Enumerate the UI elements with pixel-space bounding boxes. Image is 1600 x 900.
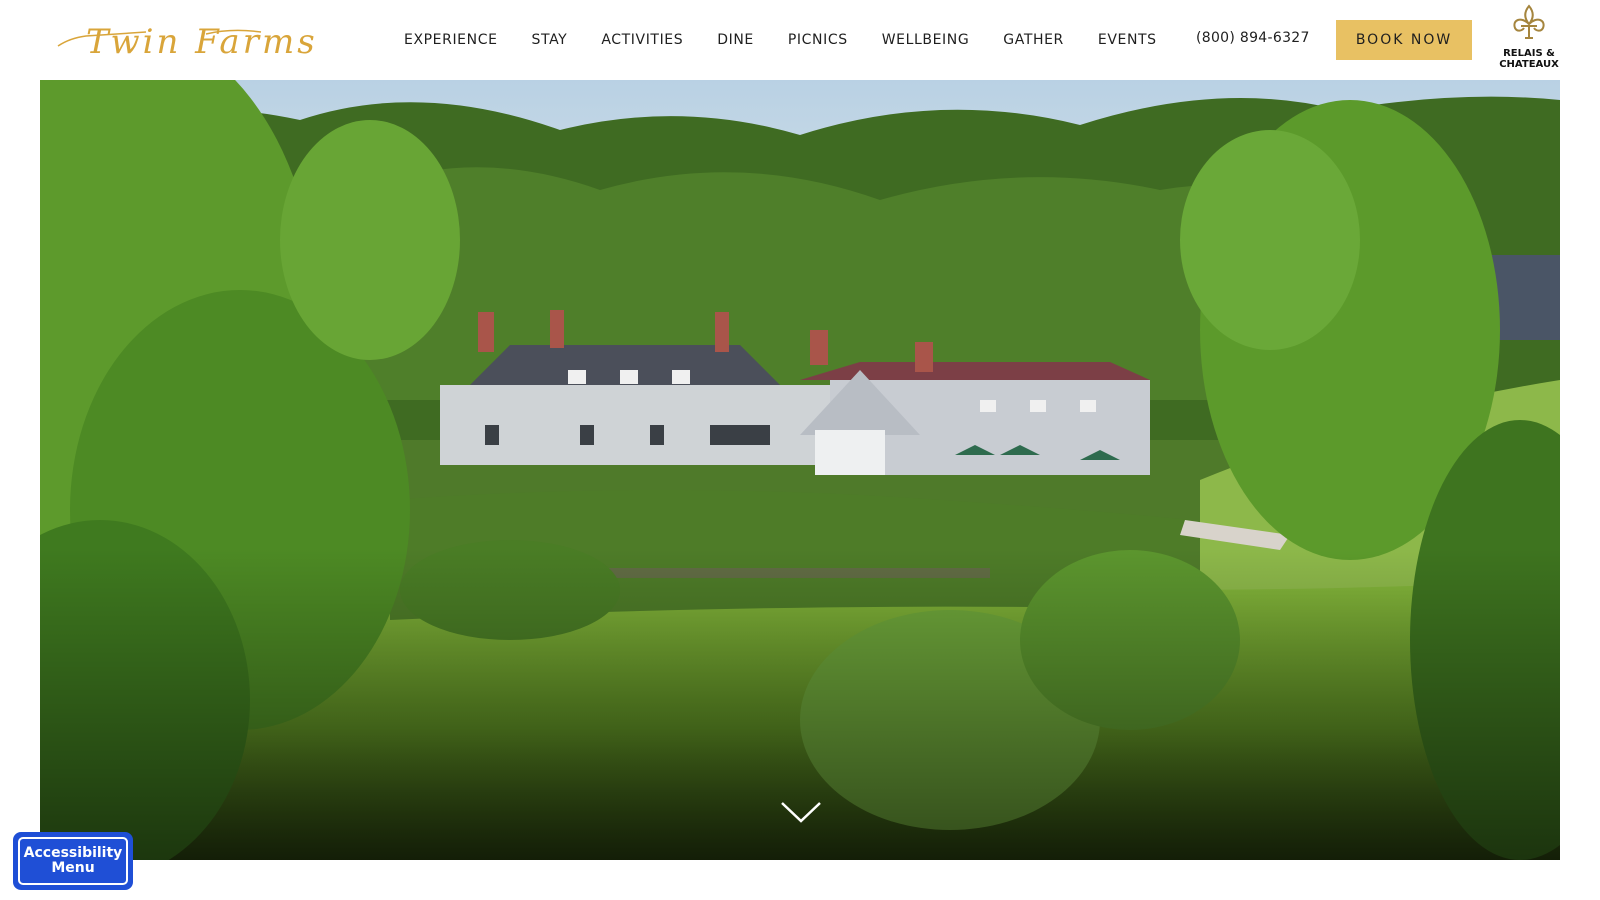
book-now-button[interactable]: BOOK NOW	[1336, 20, 1472, 60]
accessibility-label-line1: Accessibility	[23, 845, 123, 861]
relais-label-line1: RELAIS &	[1503, 48, 1555, 59]
logo-wordmark: Twin Farms	[86, 22, 318, 62]
nav-experience[interactable]: EXPERIENCE	[404, 32, 498, 48]
nav-gather[interactable]: GATHER	[1003, 32, 1064, 48]
main-nav: EXPERIENCE STAY ACTIVITIES DINE PICNICS …	[404, 0, 1191, 80]
fleur-de-lis-icon	[1513, 4, 1545, 39]
estate-aerial-photo	[40, 80, 1560, 860]
accessibility-menu-frame: Accessibility Menu	[18, 837, 128, 885]
nav-activities[interactable]: ACTIVITIES	[601, 32, 683, 48]
accessibility-menu-button[interactable]: Accessibility Menu	[13, 832, 133, 890]
twin-farms-logo[interactable]: Twin Farms	[56, 20, 332, 64]
hero-image	[40, 80, 1560, 860]
nav-stay[interactable]: STAY	[532, 32, 568, 48]
nav-wellbeing[interactable]: WELLBEING	[882, 32, 970, 48]
nav-dine[interactable]: DINE	[717, 32, 754, 48]
relais-label-line2: CHATEAUX	[1499, 59, 1559, 70]
nav-picnics[interactable]: PICNICS	[788, 32, 848, 48]
accessibility-label-line2: Menu	[51, 860, 95, 876]
chevron-down-icon[interactable]	[780, 800, 822, 824]
site-header: Twin Farms EXPERIENCE STAY ACTIVITIES DI…	[0, 0, 1600, 80]
relais-chateaux-badge[interactable]: RELAIS & CHATEAUX	[1494, 4, 1564, 74]
phone-link[interactable]: (800) 894-6327	[1196, 30, 1310, 46]
nav-events[interactable]: EVENTS	[1098, 32, 1157, 48]
